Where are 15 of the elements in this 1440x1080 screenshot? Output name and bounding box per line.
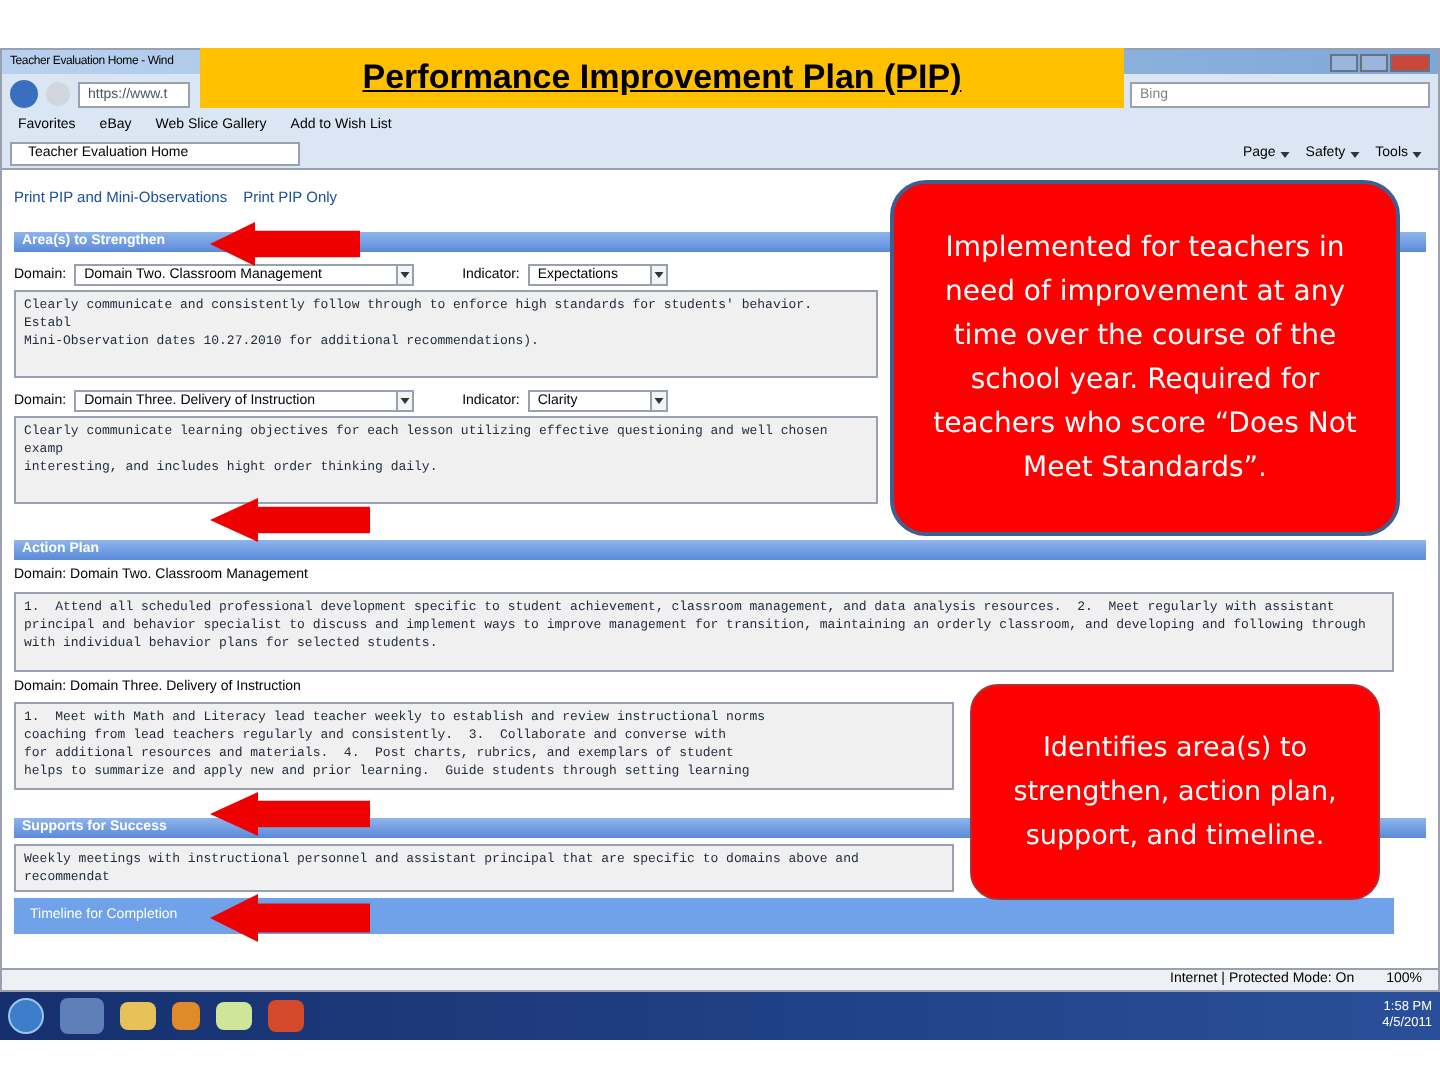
callout: Implemented for teachers in need of improvement at any time over the course of the school year. Required for teachers who score “Does Not Meet Standards”.	[890, 180, 1400, 536]
callout: Identifies area(s) to strengthen, action plan, support, and timeline.	[970, 684, 1380, 900]
caret-icon	[649, 266, 666, 285]
caret-icon	[649, 392, 666, 411]
close-button[interactable]	[1390, 53, 1430, 71]
caret-icon	[396, 392, 413, 411]
caret-icon	[1412, 151, 1422, 157]
slide-title: Performance Improvement Plan (PIP)	[200, 48, 1124, 108]
back-button[interactable]	[10, 80, 38, 108]
caret-icon	[1349, 151, 1360, 157]
maximize-button[interactable]	[1360, 53, 1388, 71]
minimize-button[interactable]	[1330, 53, 1358, 71]
caret-icon	[1279, 151, 1290, 157]
caret-icon	[396, 266, 413, 285]
start-button[interactable]	[8, 998, 44, 1034]
